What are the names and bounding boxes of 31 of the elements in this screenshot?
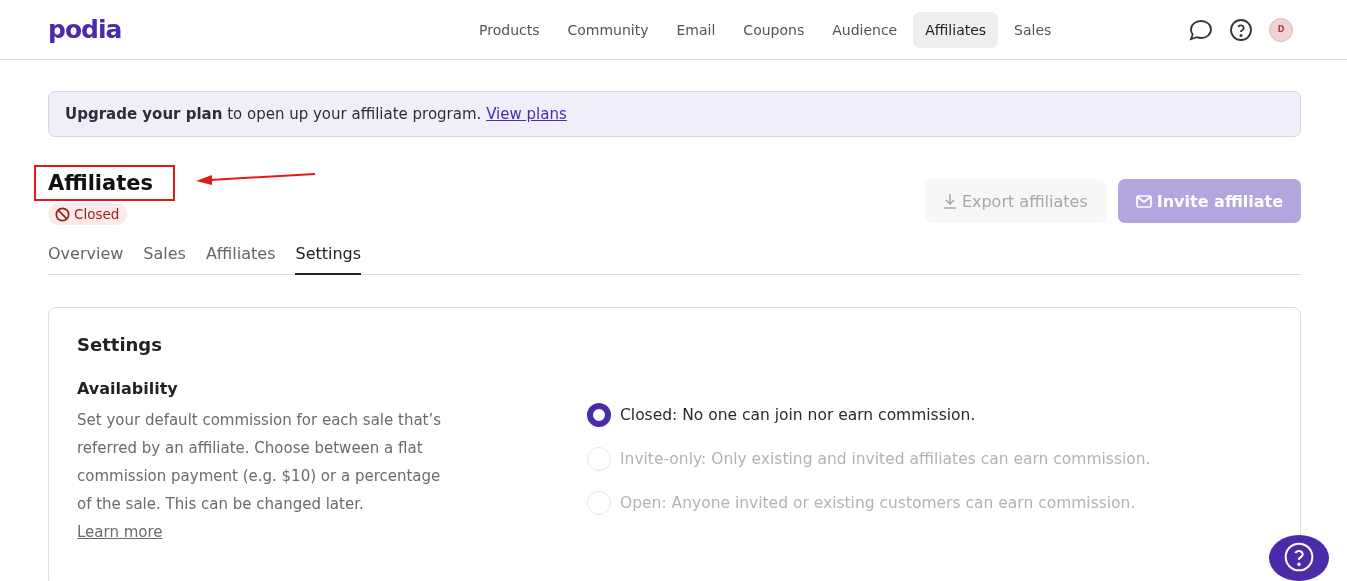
view-plans-link[interactable]: View plans bbox=[486, 105, 567, 123]
option-label: Closed: No one can join nor earn commission. bbox=[620, 405, 976, 424]
nav-link[interactable]: Coupons bbox=[731, 11, 817, 48]
help-icon[interactable] bbox=[1229, 17, 1253, 42]
nav-link[interactable]: Sales bbox=[1002, 11, 1064, 48]
nav-link[interactable]: Community bbox=[555, 11, 661, 48]
nav-link[interactable]: Affiliates bbox=[913, 11, 999, 48]
option-label: Invite-only: Only existing and invited affiliates can earn commission. bbox=[620, 449, 1151, 468]
section-description: Set your default commission for each sale that’s referred by an affiliate. Choose between a flat commission payment (e.g. $10) or a percentage of the sale. This can be changed later. Learn more bbox=[77, 409, 443, 543]
envelope-icon bbox=[1135, 194, 1152, 208]
card-title: Settings bbox=[77, 333, 163, 355]
banner-text: Upgrade your plan to open up your affiliate program. View plans bbox=[65, 105, 567, 123]
blocked-icon bbox=[55, 206, 70, 222]
nav-link[interactable]: Audience bbox=[820, 11, 910, 48]
option-label: Open: Anyone invited or existing customers can earn commission. bbox=[620, 493, 1136, 512]
help-icon bbox=[1283, 541, 1315, 573]
status-label: Closed bbox=[74, 206, 120, 222]
nav-link[interactable]: Products bbox=[467, 11, 552, 48]
section-title: Availability bbox=[77, 378, 179, 398]
nav-link[interactable]: Email bbox=[664, 11, 728, 48]
page-title: Affiliates bbox=[48, 171, 154, 195]
chat-icon[interactable] bbox=[1189, 18, 1213, 41]
user-avatar[interactable]: D bbox=[1269, 17, 1293, 42]
tab[interactable]: Affiliates bbox=[205, 239, 276, 275]
radio-button[interactable] bbox=[587, 402, 611, 427]
download-icon bbox=[942, 193, 957, 209]
tab[interactable]: Sales bbox=[143, 239, 186, 275]
tab[interactable]: Settings bbox=[295, 239, 362, 275]
tab[interactable]: Overview bbox=[48, 239, 124, 275]
learn-more-link[interactable]: Learn more bbox=[77, 522, 163, 541]
logo[interactable]: podia bbox=[48, 15, 122, 44]
